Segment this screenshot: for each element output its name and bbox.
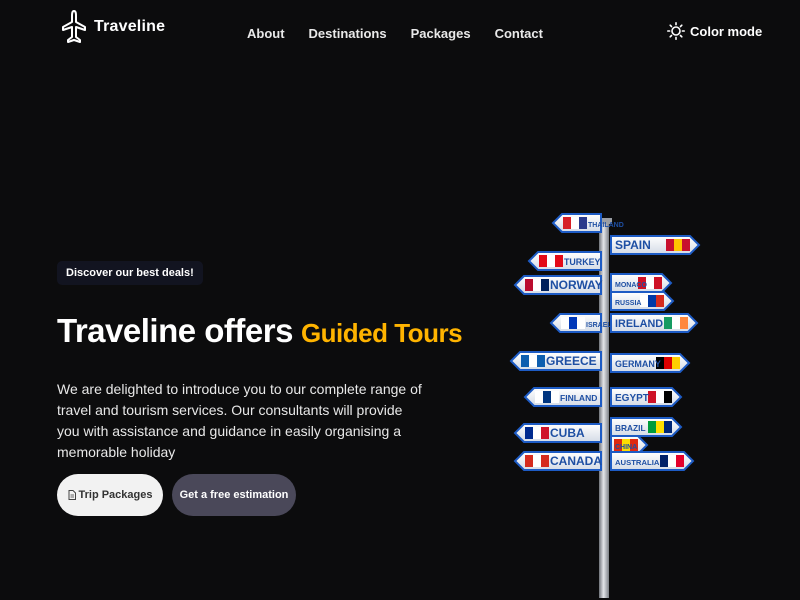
color-mode-toggle[interactable]: Color mode bbox=[667, 22, 762, 40]
sign-finland: FINLAND bbox=[523, 387, 602, 407]
hero-description: We are delighted to introduce you to our… bbox=[57, 381, 422, 460]
sign-label: EGYPT bbox=[615, 393, 649, 404]
brand-name: Traveline bbox=[94, 18, 166, 35]
sign-label: ISRAEL bbox=[586, 322, 612, 329]
sign-label: CHINA bbox=[615, 444, 637, 451]
sign-label: CUBA bbox=[550, 426, 585, 440]
sign-greece: GREECE bbox=[509, 351, 602, 371]
destination-signpost-illustration: THAILAND SPAIN TURKEY NORWAY MONACO RUSSIA ISR… bbox=[509, 213, 701, 598]
headline-main: Traveline offers bbox=[57, 312, 293, 349]
sign-germany: GERMANY bbox=[610, 353, 691, 373]
sign-label: AUSTRALIA bbox=[615, 458, 660, 467]
sign-turkey: TURKEY bbox=[527, 251, 602, 271]
sign-label: IRELAND bbox=[615, 318, 663, 330]
sign-label: NORWAY bbox=[550, 278, 603, 292]
trip-packages-label: Trip Packages bbox=[78, 489, 153, 501]
sign-norway: NORWAY bbox=[513, 275, 603, 295]
top-navbar: Traveline About Destinations Packages Co… bbox=[0, 0, 800, 68]
airplane-icon bbox=[62, 10, 86, 43]
sign-thailand: THAILAND bbox=[551, 213, 624, 233]
sign-spain: SPAIN bbox=[610, 235, 701, 255]
nav-link-contact[interactable]: Contact bbox=[495, 26, 543, 41]
sign-brazil: BRAZIL bbox=[610, 417, 683, 437]
sign-label: RUSSIA bbox=[615, 300, 641, 307]
nav-link-destinations[interactable]: Destinations bbox=[309, 26, 387, 41]
sun-icon bbox=[667, 22, 685, 40]
sign-label: TURKEY bbox=[564, 257, 601, 267]
sign-label: GERMANY bbox=[615, 359, 661, 369]
sign-label: THAILAND bbox=[588, 222, 624, 229]
deals-badge: Discover our best deals! bbox=[57, 261, 203, 285]
sign-label: SPAIN bbox=[615, 238, 651, 252]
sign-label: MONACO bbox=[615, 282, 647, 289]
color-mode-label: Color mode bbox=[690, 23, 763, 39]
sign-label: FINLAND bbox=[560, 393, 597, 403]
nav-link-packages[interactable]: Packages bbox=[411, 26, 471, 41]
sign-canada: CANADA bbox=[513, 451, 602, 471]
sign-egypt: EGYPT bbox=[610, 387, 683, 407]
sign-australia: AUSTRALIA bbox=[610, 451, 695, 471]
headline-accent: Guided Tours bbox=[300, 318, 463, 348]
brand-logo[interactable]: Traveline bbox=[62, 10, 165, 44]
sign-label: BRAZIL bbox=[615, 423, 646, 433]
hero-headline: Traveline offers Guided Tours bbox=[57, 312, 463, 350]
sign-ireland: IRELAND bbox=[610, 313, 699, 333]
sign-russia: RUSSIA bbox=[610, 291, 675, 311]
nav-link-about[interactable]: About bbox=[247, 26, 285, 41]
free-estimation-button[interactable]: Get a free estimation bbox=[172, 474, 296, 516]
sign-label: CANADA bbox=[550, 454, 602, 468]
document-icon bbox=[68, 490, 76, 500]
sign-cuba: CUBA bbox=[513, 423, 602, 443]
sign-label: GREECE bbox=[546, 354, 597, 368]
trip-packages-button[interactable]: Trip Packages bbox=[57, 474, 163, 516]
nav-links: About Destinations Packages Contact bbox=[247, 26, 543, 41]
sign-monaco: MONACO bbox=[610, 273, 673, 293]
